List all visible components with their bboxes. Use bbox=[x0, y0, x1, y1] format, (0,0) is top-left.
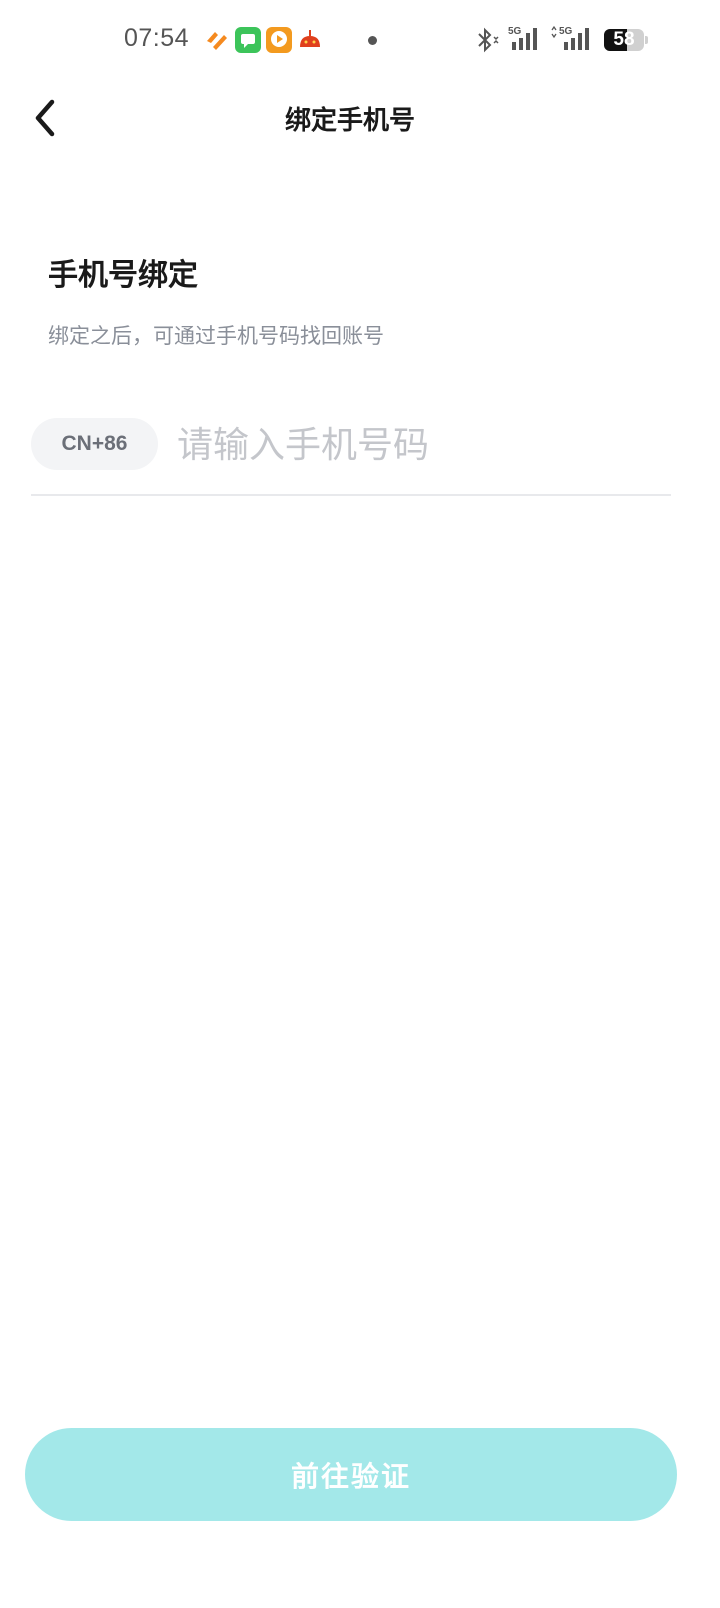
notification-dot bbox=[368, 36, 377, 45]
country-code-selector[interactable]: CN+86 bbox=[31, 418, 158, 470]
bind-phone-screen: 07:54 5G 5G 58 绑定手机号 手机号绑定 绑定之后，可通过手机号码找… bbox=[0, 0, 720, 1608]
phone-number-input[interactable] bbox=[177, 418, 671, 472]
video-app-icon bbox=[266, 27, 292, 53]
signal-icon: 5G bbox=[506, 24, 544, 58]
message-app-icon bbox=[235, 27, 261, 53]
section-subtitle: 绑定之后，可通过手机号码找回账号 bbox=[48, 324, 384, 348]
section-heading: 手机号绑定 bbox=[48, 258, 198, 293]
network-label: 5G bbox=[508, 26, 522, 37]
nav-bar: 绑定手机号 bbox=[0, 80, 720, 156]
battery-icon: 58 bbox=[604, 29, 648, 51]
verify-button[interactable]: 前往验证 bbox=[25, 1428, 677, 1521]
status-bar: 07:54 5G 5G 58 bbox=[0, 0, 720, 80]
bluetooth-icon bbox=[474, 26, 500, 58]
input-divider bbox=[31, 494, 671, 496]
signal-icon: 5G bbox=[550, 24, 596, 58]
health-app-icon bbox=[204, 27, 230, 53]
page-title: 绑定手机号 bbox=[284, 106, 415, 136]
network-label: 5G bbox=[559, 26, 573, 37]
battery-level: 58 bbox=[613, 29, 635, 50]
game-app-icon bbox=[297, 27, 323, 53]
phone-input-row: CN+86 bbox=[31, 418, 671, 496]
status-time: 07:54 bbox=[124, 24, 190, 52]
